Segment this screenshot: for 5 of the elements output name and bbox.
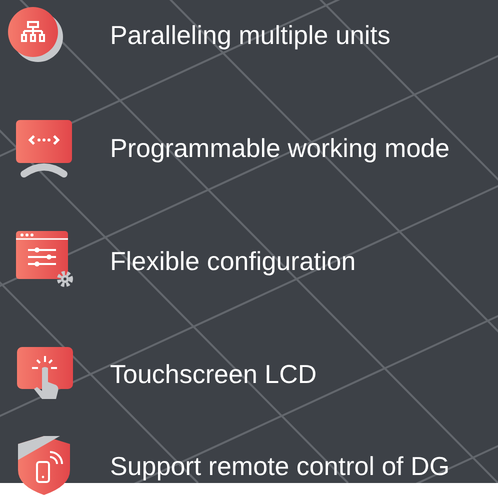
feature-label: Touchscreen LCD [110, 358, 317, 391]
feature-label: Support remote control of DG [110, 450, 450, 482]
feature-label: Programmable working mode [110, 132, 450, 165]
feature-label: Flexible configuration [110, 245, 356, 278]
feature-label: Paralleling multiple units [110, 19, 390, 52]
